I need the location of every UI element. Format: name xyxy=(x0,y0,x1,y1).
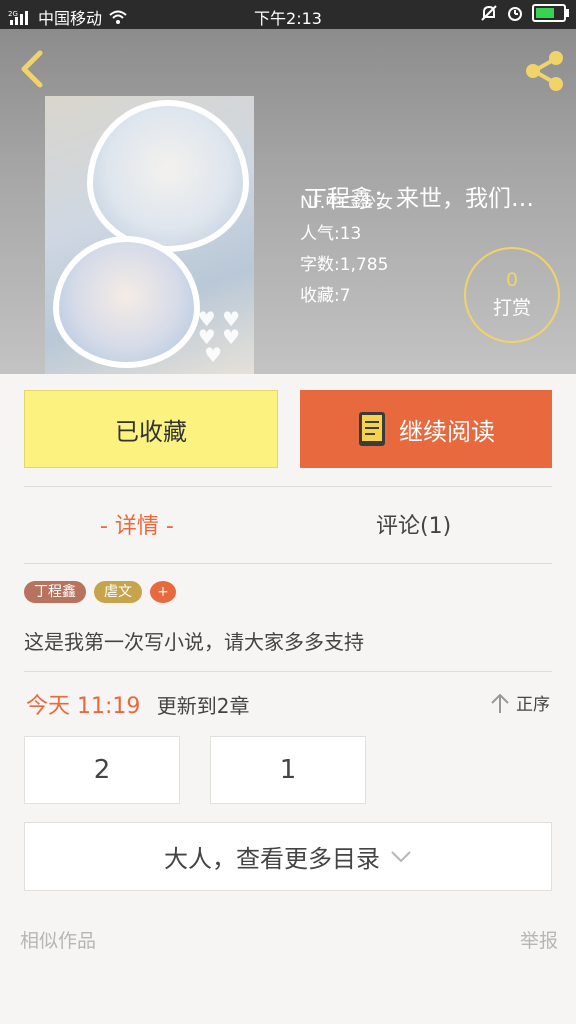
book-icon xyxy=(359,412,385,446)
battery-icon xyxy=(532,4,569,22)
mute-bell-icon xyxy=(481,5,497,21)
book-cover-image[interactable]: ♥ ♥ ♥ ♥ ♥ xyxy=(45,96,254,374)
alarm-icon xyxy=(508,7,522,21)
more-catalog-label: 大人，查看更多目录 xyxy=(164,845,380,873)
book-description: 这是我第一次写小说，请大家多多支持 xyxy=(24,630,364,654)
continue-reading-label: 继续阅读 xyxy=(399,417,495,446)
update-info: 今天 11:19 更新到2章 xyxy=(26,688,250,720)
favorited-button[interactable]: 已收藏 xyxy=(24,390,278,468)
update-time: 今天 11:19 xyxy=(26,694,141,719)
back-chevron-icon[interactable] xyxy=(14,49,54,89)
share-icon[interactable] xyxy=(522,49,566,93)
book-author[interactable]: NF.中二少女 xyxy=(300,188,393,213)
reward-button[interactable]: 0 打赏 xyxy=(464,247,560,343)
reward-count: 0 xyxy=(505,269,519,291)
tag-item[interactable]: 丁程鑫 xyxy=(24,581,86,603)
chapter-item[interactable]: 2 xyxy=(24,736,180,804)
more-catalog-button[interactable]: 大人，查看更多目录 xyxy=(24,822,552,891)
chapter-item[interactable]: 1 xyxy=(210,736,366,804)
favorited-label: 已收藏 xyxy=(115,417,187,446)
divider xyxy=(24,486,552,487)
tab-comments[interactable]: 评论(1) xyxy=(376,508,451,544)
cover-heart-portrait-top xyxy=(87,100,249,252)
similar-works-heading: 相似作品 xyxy=(20,930,97,952)
cover-heart-portrait-bottom xyxy=(53,236,200,368)
tag-list: 丁程鑫 虐文 + xyxy=(24,581,176,603)
chevron-down-icon xyxy=(391,850,411,862)
book-header: ♥ ♥ ♥ ♥ ♥ 丁程鑫：来世，我们… NF.中二少女 人气:13 字数:1,7… xyxy=(0,29,576,374)
sort-toggle[interactable]: 正序 xyxy=(490,690,550,715)
cover-small-hearts: ♥ ♥ ♥ ♥ ♥ xyxy=(197,307,240,367)
reward-label: 打赏 xyxy=(492,297,531,319)
update-text: 更新到2章 xyxy=(156,694,250,718)
sort-label: 正序 xyxy=(516,695,550,715)
book-word-count: 字数:1,785 xyxy=(300,255,389,275)
status-bar: 2G 中国移动 下午2:13 xyxy=(0,0,576,29)
divider xyxy=(24,563,552,564)
book-favorites: 收藏:7 xyxy=(300,286,351,306)
report-link[interactable]: 举报 xyxy=(520,926,558,953)
book-popularity: 人气:13 xyxy=(300,224,362,244)
arrow-up-icon xyxy=(491,693,509,713)
tag-item[interactable]: 虐文 xyxy=(94,581,142,603)
continue-reading-button[interactable]: 继续阅读 xyxy=(300,390,552,468)
tab-detail[interactable]: - 详情 - xyxy=(100,508,174,544)
divider xyxy=(24,671,552,672)
status-right xyxy=(480,4,569,22)
add-tag-button[interactable]: + xyxy=(150,581,176,603)
